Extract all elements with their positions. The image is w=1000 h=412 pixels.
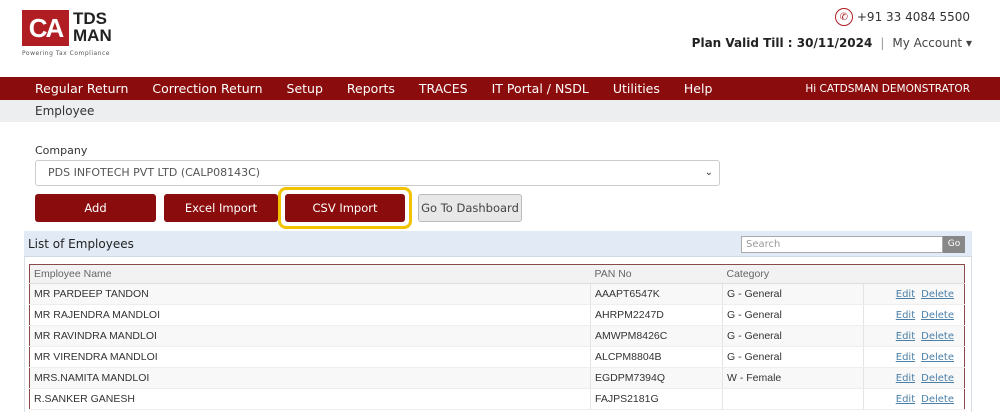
nav-regular-return[interactable]: Regular Return [35,81,128,96]
go-to-dashboard-button[interactable]: Go To Dashboard [418,194,522,222]
edit-link[interactable]: Edit [896,394,915,405]
nav-help[interactable]: Help [684,81,713,96]
row-actions: Edit Delete [863,283,965,305]
nav-utilities[interactable]: Utilities [613,81,660,96]
chevron-down-icon: ⌄ [704,167,713,178]
employee-name: MRS.NAMITA MANDLOI [29,367,591,389]
excel-import-button[interactable]: Excel Import [164,194,278,222]
delete-link[interactable]: Delete [921,289,954,300]
row-actions: Edit Delete [863,388,965,410]
employee-name: MR RAJENDRA MANDLOI [29,304,591,326]
employee-name: MR RAVINDRA MANDLOI [29,325,591,347]
nav-setup[interactable]: Setup [287,81,323,96]
row-actions: Edit Delete [863,346,965,368]
table-row: MR RAVINDRA MANDLOI AMWPM8426C G - Gener… [29,325,965,347]
search-input[interactable]: Search [741,236,943,253]
employee-name: MR PARDEEP TANDON [29,283,591,305]
logo-tagline: Powering Tax Compliance [22,50,110,57]
go-button[interactable]: Go [943,236,965,253]
table-row: R.SANKER GANESH FAJPS2181G Edit Delete [29,388,965,410]
nav-it-portal[interactable]: IT Portal / NSDL [492,81,589,96]
category: G - General [722,346,864,368]
phone-number: +91 33 4084 5500 [856,10,970,24]
category: G - General [722,304,864,326]
delete-link[interactable]: Delete [921,310,954,321]
pan-no: AHRPM2247D [590,304,723,326]
pan-no: EGDPM7394Q [590,367,723,389]
csv-import-button[interactable]: CSV Import [285,194,405,222]
col-pan[interactable]: PAN No [590,264,723,284]
delete-link[interactable]: Delete [921,394,954,405]
col-employee-name[interactable]: Employee Name [29,264,591,284]
delete-link[interactable]: Delete [921,352,954,363]
company-select[interactable]: PDS INFOTECH PVT LTD (CALP08143C) ⌄ [35,160,720,186]
nav-correction-return[interactable]: Correction Return [152,81,262,96]
breadcrumb: Employee [0,100,1000,122]
delete-link[interactable]: Delete [921,331,954,342]
company-value: PDS INFOTECH PVT LTD (CALP08143C) [48,166,261,179]
logo-mark: CA [22,10,69,46]
edit-link[interactable]: Edit [896,352,915,363]
category: G - General [722,325,864,347]
pan-no: AAAPT6547K [590,283,723,305]
category: G - General [722,283,864,305]
plan-info: Plan Valid Till : 30/11/2024 | My Accoun… [692,36,972,50]
employee-name: R.SANKER GANESH [29,388,591,410]
user-greeting: Hi CATDSMAN DEMONSTRATOR [805,82,970,95]
nav-reports[interactable]: Reports [347,81,395,96]
table-row: MRS.NAMITA MANDLOI EGDPM7394Q W - Female… [29,367,965,389]
pan-no: ALCPM8804B [590,346,723,368]
col-category[interactable]: Category [722,264,864,284]
edit-link[interactable]: Edit [896,310,915,321]
pan-no: AMWPM8426C [590,325,723,347]
my-account-menu[interactable]: My Account ▾ [892,36,972,50]
table-row: MR PARDEEP TANDON AAAPT6547K G - General… [29,283,965,305]
row-actions: Edit Delete [863,304,965,326]
separator: | [880,36,885,50]
catdsman-logo[interactable]: CA TDS MAN Powering Tax Compliance [22,10,122,58]
employee-name: MR VIRENDRA MANDLOI [29,346,591,368]
edit-link[interactable]: Edit [896,373,915,384]
col-actions [863,264,965,284]
edit-link[interactable]: Edit [896,331,915,342]
row-actions: Edit Delete [863,325,965,347]
pan-no: FAJPS2181G [590,388,723,410]
phone-contact: ✆ +91 33 4084 5500 [834,8,970,26]
logo-name: TDS MAN [73,9,112,45]
category [722,388,864,410]
plan-valid-text: Plan Valid Till : 30/11/2024 [691,36,873,50]
caret-down-icon: ▾ [965,36,972,50]
phone-icon: ✆ [834,8,853,26]
table-row: MR RAJENDRA MANDLOI AHRPM2247D G - Gener… [29,304,965,326]
panel-title: List of Employees [28,237,134,251]
main-nav: Regular Return Correction Return Setup R… [0,77,1000,100]
table-row: MR VIRENDRA MANDLOI ALCPM8804B G - Gener… [29,346,965,368]
edit-link[interactable]: Edit [896,289,915,300]
nav-traces[interactable]: TRACES [419,81,468,96]
add-button[interactable]: Add [35,194,156,222]
row-actions: Edit Delete [863,367,965,389]
employee-table: Employee Name PAN No Category MR PARDEEP… [29,264,965,410]
company-label: Company [35,144,88,157]
category: W - Female [722,367,864,389]
table-header: Employee Name PAN No Category [29,264,965,284]
delete-link[interactable]: Delete [921,373,954,384]
